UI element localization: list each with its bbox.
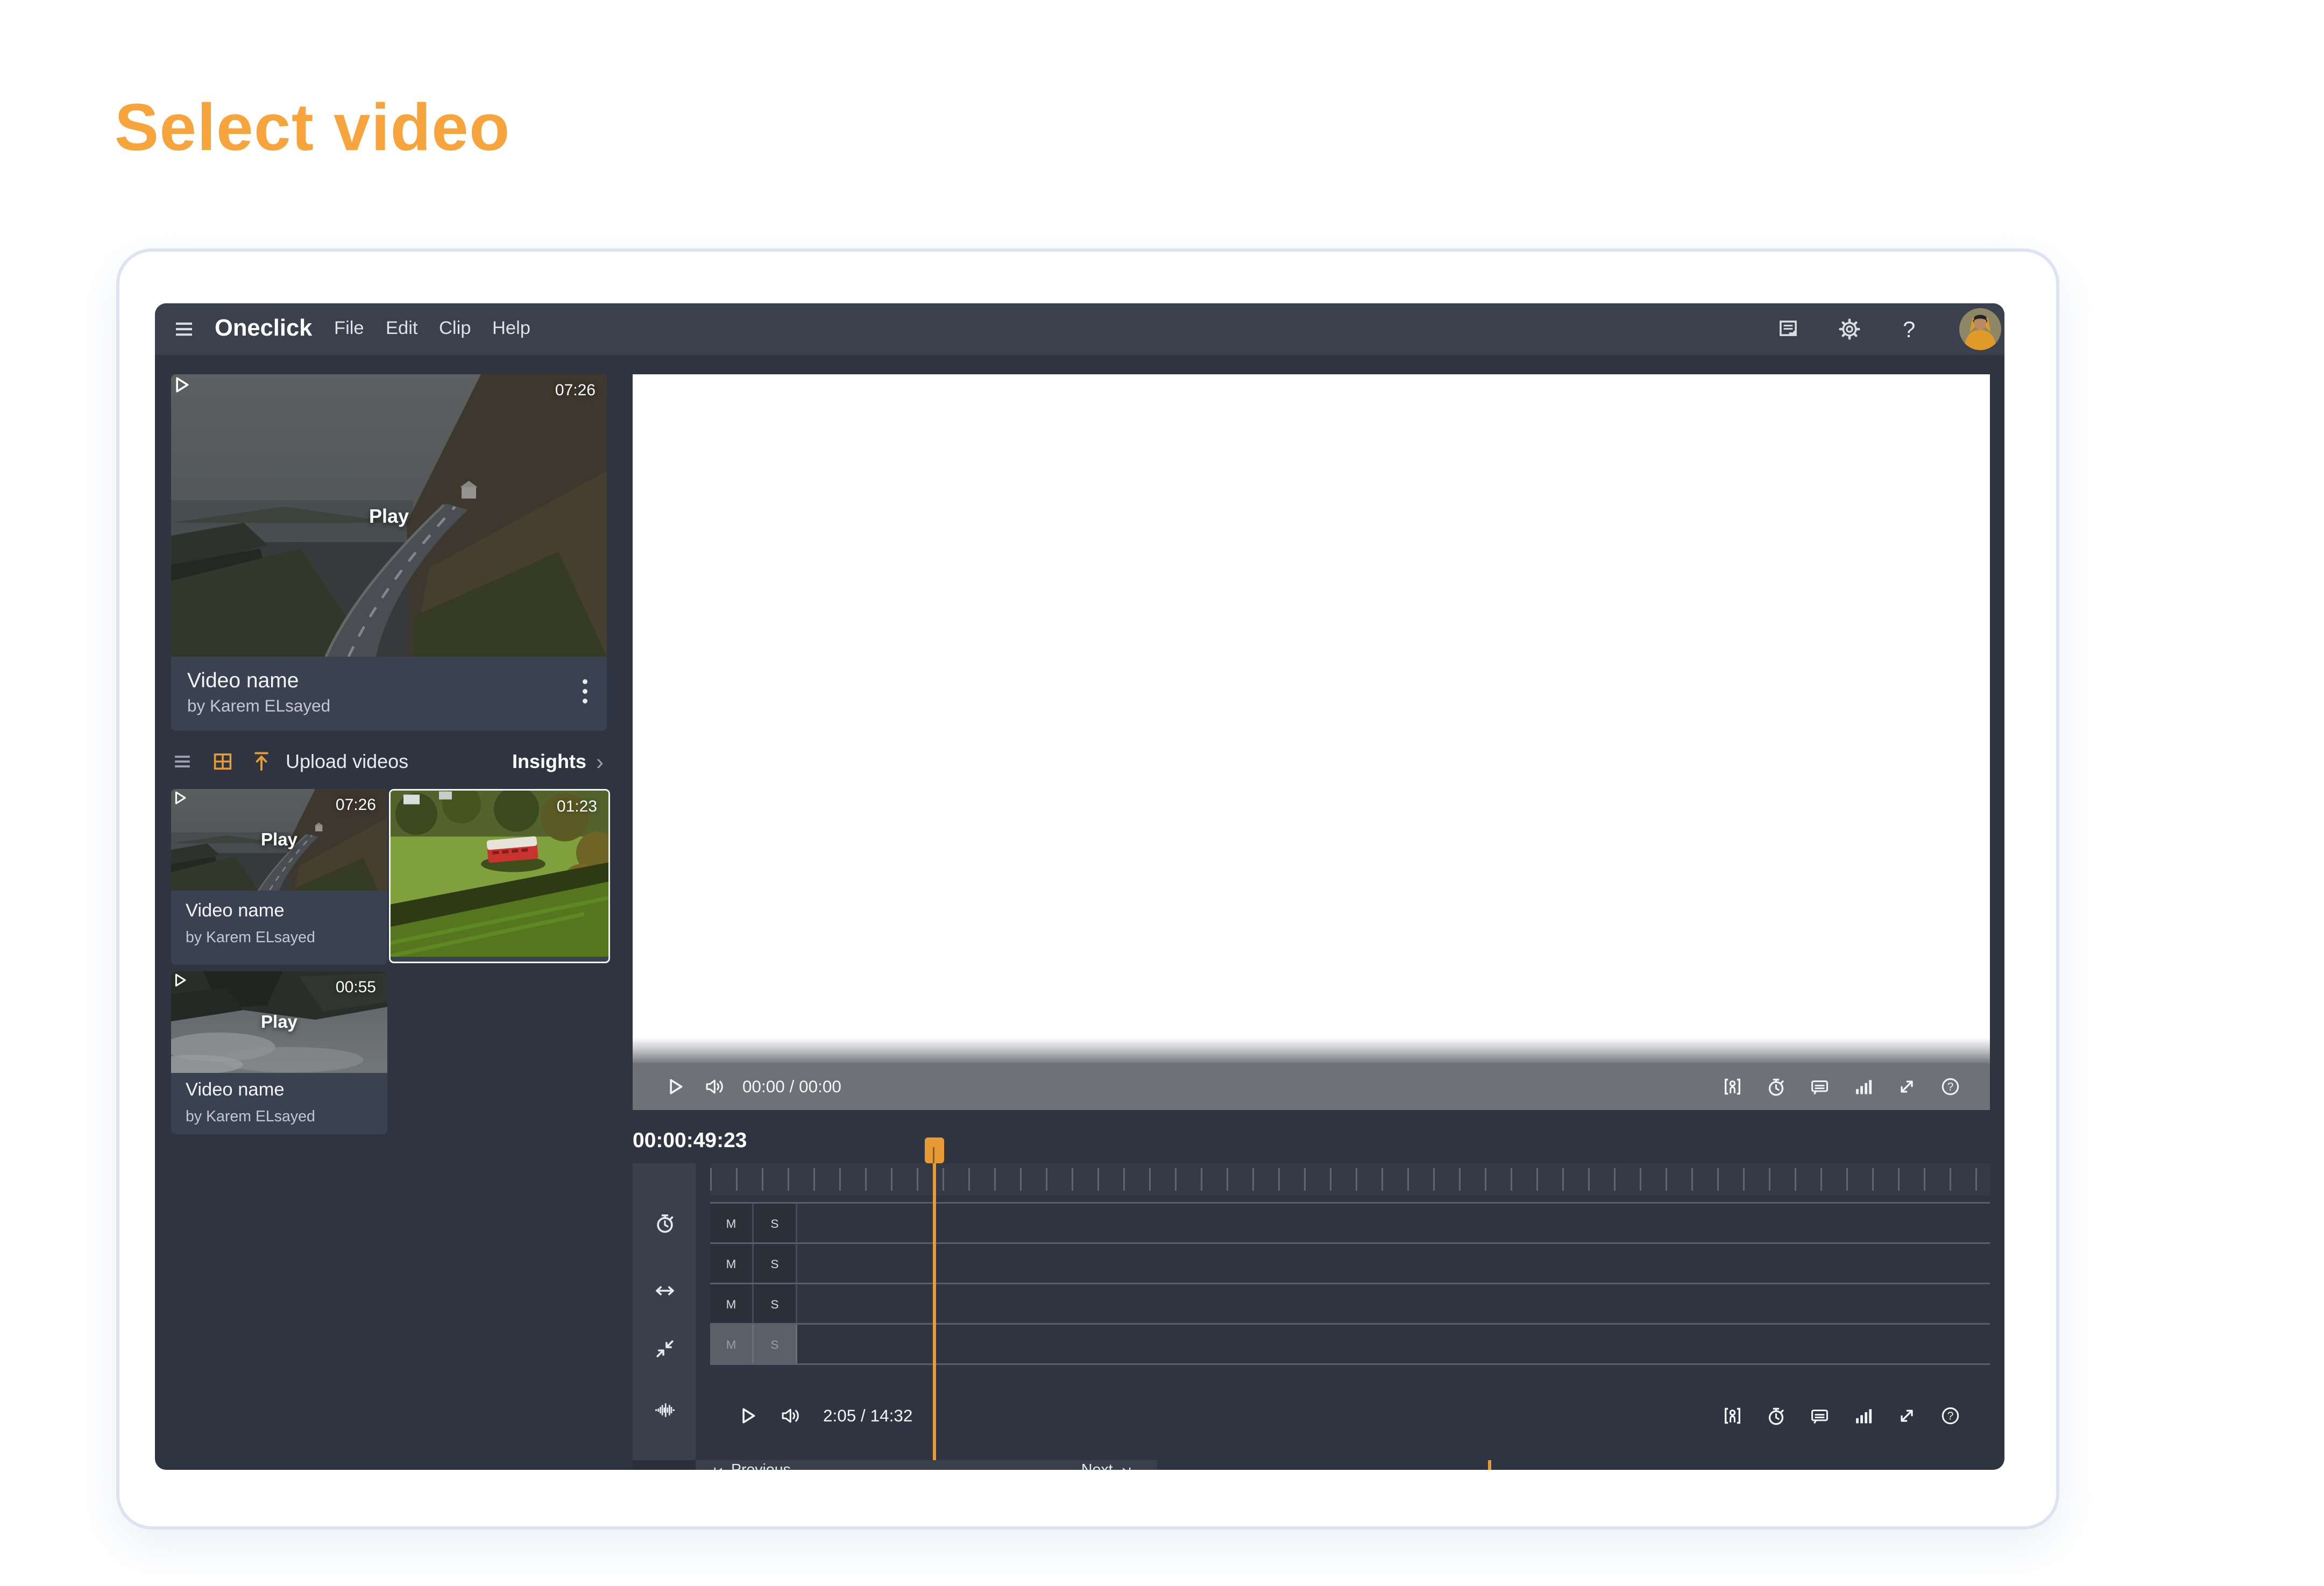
mute-button[interactable]: M bbox=[710, 1284, 754, 1323]
timer-icon[interactable] bbox=[654, 1212, 676, 1234]
timeline-ruler[interactable] bbox=[710, 1168, 1990, 1191]
mute-button[interactable]: M bbox=[710, 1204, 754, 1242]
captions-icon[interactable] bbox=[1809, 1076, 1830, 1097]
play-overlay[interactable]: Play bbox=[171, 971, 387, 1073]
video-thumbnail[interactable]: 01:23 bbox=[391, 791, 608, 957]
play-icon bbox=[171, 971, 189, 989]
track-divider bbox=[710, 1323, 1990, 1325]
timer-icon[interactable] bbox=[1766, 1076, 1787, 1097]
timeline-timecode: 00:00:49:23 bbox=[633, 1128, 747, 1152]
timer-icon[interactable] bbox=[1766, 1405, 1787, 1426]
featured-video-card[interactable]: 07:26 Play Video name by Karem ELsayed bbox=[171, 374, 607, 731]
avatar[interactable] bbox=[1959, 308, 2001, 350]
app-frame-card: Oneclick File Edit Clip Help ? 07:26 Pla… bbox=[116, 248, 2059, 1530]
solo-button[interactable]: S bbox=[754, 1204, 797, 1242]
menu-help[interactable]: Help bbox=[492, 303, 530, 355]
video-card-selected[interactable]: 01:23 bbox=[389, 789, 610, 963]
volume-icon[interactable] bbox=[780, 1405, 800, 1426]
insights-link[interactable]: Insights › bbox=[512, 741, 604, 783]
chevron-right-icon: › bbox=[596, 753, 604, 770]
track-divider bbox=[710, 1242, 1990, 1244]
video-author: by Karem ELsayed bbox=[186, 929, 315, 947]
player-control-bar: 00:00 / 00:00 bbox=[633, 1063, 1990, 1110]
skip-previous-icon bbox=[712, 1464, 725, 1470]
timeline-tools-column bbox=[633, 1163, 696, 1470]
upload-icon[interactable] bbox=[250, 750, 273, 773]
solo-button[interactable]: S bbox=[754, 1284, 797, 1323]
volume-icon[interactable] bbox=[704, 1076, 725, 1097]
play-label: Play bbox=[369, 504, 409, 527]
waveform-icon[interactable] bbox=[654, 1399, 676, 1421]
player-time: 00:00 / 00:00 bbox=[742, 1077, 841, 1097]
track-divider bbox=[710, 1363, 1990, 1365]
collapse-icon[interactable] bbox=[654, 1338, 676, 1360]
play-overlay[interactable]: Play bbox=[171, 789, 387, 891]
help-icon[interactable] bbox=[1940, 1405, 1961, 1426]
fullscreen-expand-icon[interactable] bbox=[1896, 1076, 1917, 1097]
skip-next-icon bbox=[1120, 1464, 1132, 1470]
captions-icon[interactable] bbox=[1809, 1405, 1830, 1426]
previous-button[interactable]: Previous bbox=[712, 1462, 791, 1470]
zoom-range-icon[interactable] bbox=[654, 1279, 676, 1302]
track-divider bbox=[710, 1202, 1990, 1204]
help-icon[interactable] bbox=[1940, 1076, 1961, 1097]
solo-button[interactable]: S bbox=[754, 1244, 797, 1283]
menu-file[interactable]: File bbox=[334, 303, 364, 355]
timeline-transport-bar: 2:05 / 14:32 bbox=[696, 1392, 1990, 1439]
play-overlay[interactable]: Play bbox=[171, 374, 607, 657]
video-author: by Karem ELsayed bbox=[187, 697, 330, 716]
grid-view-icon[interactable] bbox=[211, 750, 234, 773]
list-view-icon[interactable] bbox=[171, 750, 194, 773]
duration-badge: 01:23 bbox=[557, 799, 597, 816]
app-header: Oneclick File Edit Clip Help ? bbox=[155, 303, 2004, 355]
help-icon[interactable]: ? bbox=[1903, 303, 1915, 355]
quality-bars-icon[interactable] bbox=[1853, 1405, 1874, 1426]
video-card[interactable]: 07:26 Play Video name by Karem ELsayed bbox=[171, 789, 387, 965]
video-title: Video name bbox=[187, 668, 299, 692]
solo-button[interactable]: S bbox=[754, 1325, 797, 1363]
kebab-menu-icon[interactable] bbox=[583, 679, 587, 708]
pager-marker bbox=[1488, 1460, 1491, 1470]
menu-edit[interactable]: Edit bbox=[386, 303, 417, 355]
settings-gear-icon[interactable] bbox=[1838, 318, 1861, 340]
play-label: Play bbox=[261, 830, 297, 850]
mute-button[interactable]: M bbox=[710, 1325, 754, 1363]
timeline-pager: Previous Next bbox=[696, 1460, 1157, 1470]
library-toolbar: Upload videos Insights › bbox=[171, 741, 607, 783]
play-icon bbox=[171, 789, 189, 807]
app-brand: Oneclick bbox=[215, 303, 312, 355]
accessibility-person-icon[interactable] bbox=[1722, 1405, 1743, 1426]
app-window: Oneclick File Edit Clip Help ? 07:26 Pla… bbox=[155, 303, 2004, 1470]
track-divider bbox=[710, 1283, 1990, 1284]
next-button[interactable]: Next bbox=[1081, 1462, 1132, 1470]
hamburger-icon[interactable] bbox=[173, 318, 195, 340]
menu-clip[interactable]: Clip bbox=[439, 303, 471, 355]
play-icon[interactable] bbox=[665, 1076, 686, 1097]
player-gradient bbox=[633, 1037, 1990, 1063]
play-label: Play bbox=[261, 1013, 297, 1032]
play-icon[interactable] bbox=[738, 1405, 759, 1426]
page-title: Select video bbox=[115, 90, 511, 166]
fullscreen-expand-icon[interactable] bbox=[1896, 1405, 1917, 1426]
page: Select video Oneclick File Edit Clip Hel… bbox=[0, 0, 2324, 1586]
video-title: Video name bbox=[186, 1081, 285, 1100]
pager-corner-cell bbox=[633, 1460, 696, 1470]
play-icon bbox=[171, 374, 192, 395]
video-player-screen[interactable] bbox=[633, 374, 1990, 1037]
transport-time: 2:05 / 14:32 bbox=[823, 1406, 912, 1426]
video-thumbnail[interactable]: 07:26 Play bbox=[171, 789, 387, 891]
playhead-handle[interactable] bbox=[925, 1137, 944, 1163]
video-title: Video name bbox=[186, 902, 285, 921]
video-card[interactable]: 00:55 Play Video name by Karem ELsayed bbox=[171, 971, 387, 1134]
feedback-icon[interactable] bbox=[1777, 318, 1799, 340]
upload-videos-label[interactable]: Upload videos bbox=[286, 750, 408, 773]
quality-bars-icon[interactable] bbox=[1853, 1076, 1874, 1097]
video-thumbnail[interactable]: 00:55 Play bbox=[171, 971, 387, 1073]
video-author: by Karem ELsayed bbox=[186, 1108, 315, 1126]
mute-button[interactable]: M bbox=[710, 1244, 754, 1283]
accessibility-person-icon[interactable] bbox=[1722, 1076, 1743, 1097]
featured-thumbnail[interactable]: 07:26 Play bbox=[171, 374, 607, 657]
